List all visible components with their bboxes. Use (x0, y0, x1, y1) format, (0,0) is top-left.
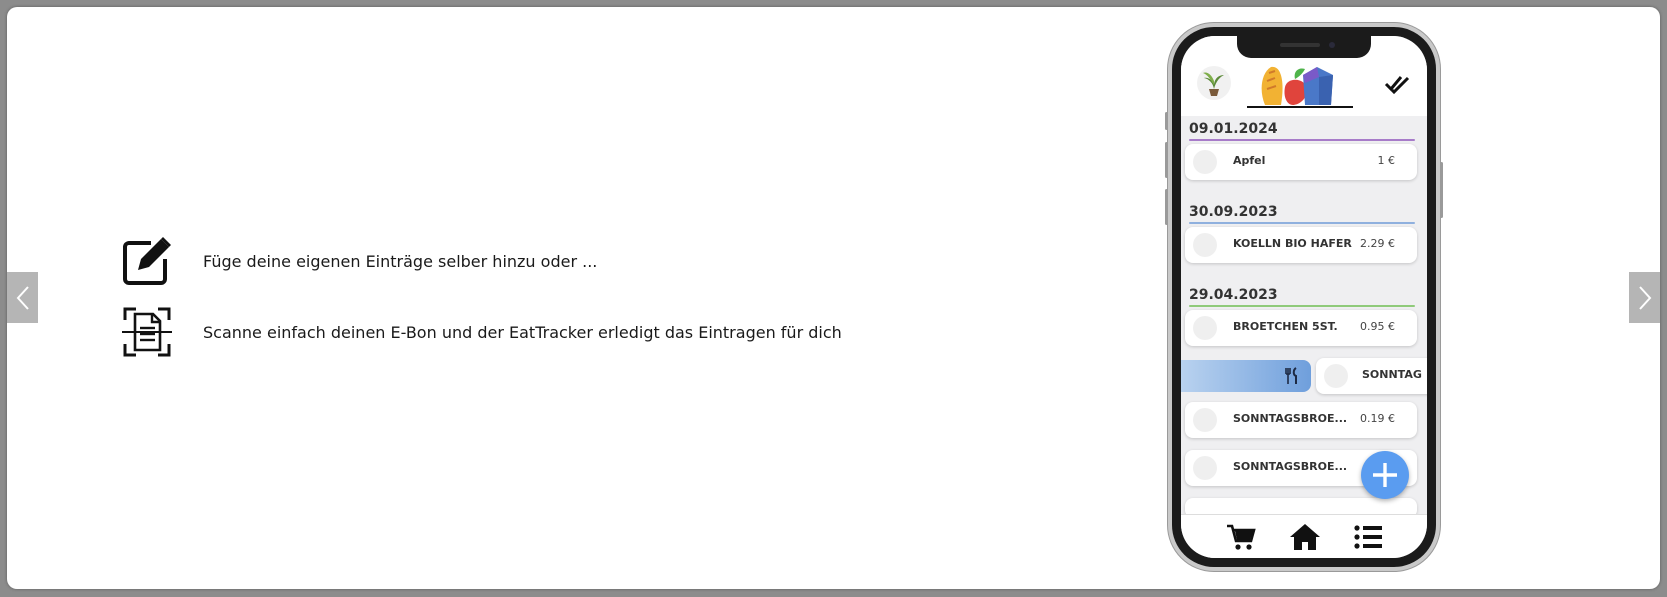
item-name: Apfel (1233, 154, 1266, 167)
phone-volume-up-button (1165, 142, 1168, 178)
feature-text-scan: Scanne einfach deinen E-Bon und der EatT… (203, 322, 842, 342)
list-icon[interactable] (1354, 524, 1383, 550)
item-checkbox[interactable] (1324, 364, 1348, 388)
fork-knife-icon (1285, 367, 1297, 384)
feature-row-manual-entry: Füge deine eigenen Einträge selber hinzu… (119, 233, 597, 289)
feature-row-scan: Scanne einfach deinen E-Bon und der EatT… (119, 304, 842, 360)
swipe-action-eat[interactable] (1181, 360, 1311, 392)
chevron-right-icon (1638, 285, 1651, 310)
phone-power-button (1440, 162, 1443, 218)
phone-mockup: 09.01.2024 Apfel 1 € 30.09.2023 KOELLN B… (1165, 27, 1443, 567)
home-icon[interactable] (1289, 523, 1321, 551)
phone-mute-button (1165, 112, 1168, 130)
list-item[interactable]: KOELLN BIO HAFER 2.29 € (1185, 227, 1417, 263)
phone-screen: 09.01.2024 Apfel 1 € 30.09.2023 KOELLN B… (1181, 36, 1427, 558)
groceries-logo (1245, 61, 1355, 111)
list-item[interactable]: BROETCHEN 5ST. 0.95 € (1185, 310, 1417, 346)
item-name: BROETCHEN 5ST. (1233, 320, 1338, 333)
next-slide-button[interactable] (1629, 272, 1660, 323)
item-name: SONNTAGSBROE... (1233, 412, 1348, 425)
cart-icon[interactable] (1226, 523, 1256, 551)
item-price: 2.29 € (1360, 237, 1395, 250)
bottom-nav (1181, 514, 1427, 558)
list-item[interactable]: SONNTAGSBROE... 0.19 € (1185, 402, 1417, 438)
item-checkbox[interactable] (1193, 233, 1217, 257)
double-check-icon[interactable] (1381, 68, 1413, 100)
date-header: 29.04.2023 (1189, 287, 1415, 307)
feature-text-manual: Füge deine eigenen Einträge selber hinzu… (203, 251, 598, 271)
item-name: SONNTAGSBROE... (1233, 460, 1348, 473)
list-item-swiped[interactable]: SONNTAG (1316, 358, 1427, 394)
item-price: 1 € (1377, 154, 1396, 167)
presentation-frame: Füge deine eigenen Einträge selber hinzu… (7, 7, 1660, 589)
date-header: 30.09.2023 (1189, 204, 1415, 224)
item-name: SONNTAG (1362, 368, 1422, 381)
item-checkbox[interactable] (1193, 408, 1217, 432)
chevron-left-icon (16, 285, 29, 310)
scan-receipt-icon (119, 304, 175, 360)
item-name: KOELLN BIO HAFER (1233, 237, 1352, 250)
item-checkbox[interactable] (1193, 150, 1217, 174)
date-header: 09.01.2024 (1189, 121, 1415, 141)
item-price: 0.95 € (1360, 320, 1395, 333)
item-checkbox[interactable] (1193, 316, 1217, 340)
item-checkbox[interactable] (1193, 456, 1217, 480)
edit-icon (119, 233, 175, 289)
phone-volume-down-button (1165, 189, 1168, 225)
item-price: 0.19 € (1360, 412, 1395, 425)
list-item[interactable]: Apfel 1 € (1185, 144, 1417, 180)
add-item-button[interactable] (1361, 451, 1409, 499)
phone-notch (1237, 36, 1371, 58)
plant-icon[interactable] (1197, 66, 1231, 100)
prev-slide-button[interactable] (7, 272, 38, 323)
plus-icon (1373, 463, 1397, 487)
